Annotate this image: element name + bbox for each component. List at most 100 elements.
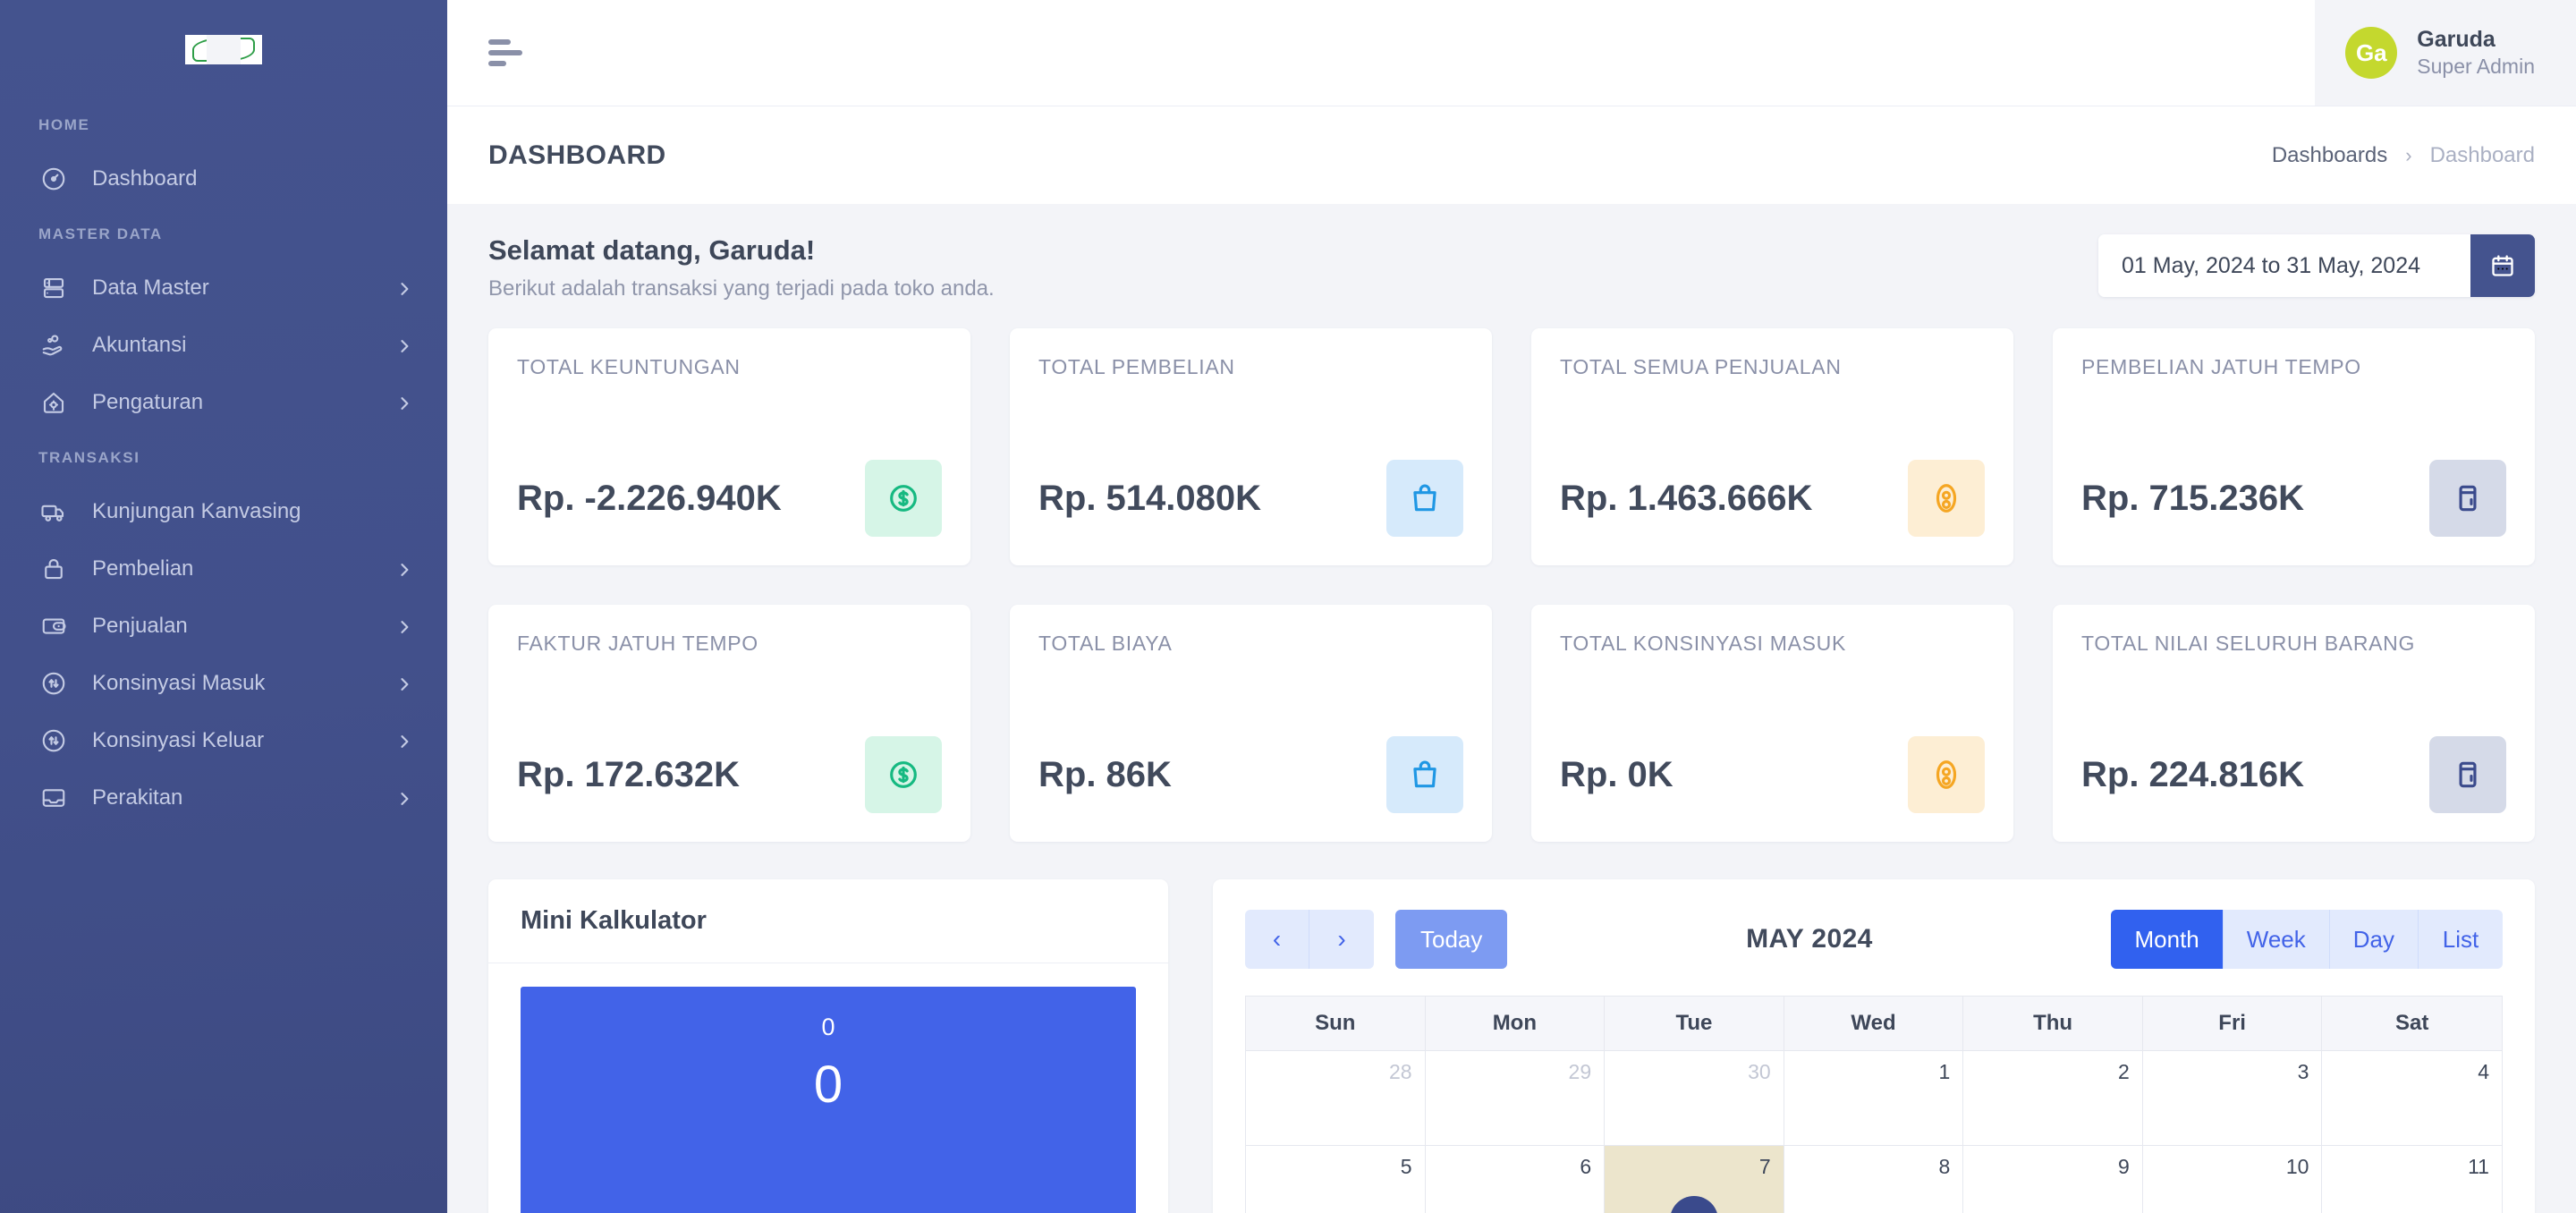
stat-card: FAKTUR JATUH TEMPO Rp. 172.632K	[488, 605, 970, 842]
chevron-right-icon	[395, 336, 413, 354]
page-title: DASHBOARD	[488, 140, 666, 170]
calendar-toolbar: ‹ › Today MAY 2024 Month Week Day List	[1245, 910, 2503, 969]
user-circle-icon	[1908, 460, 1985, 537]
date-range-picker[interactable]	[2098, 234, 2535, 297]
stat-card-title: TOTAL SEMUA PENJUALAN	[1560, 355, 1842, 378]
chevron-right-icon	[395, 732, 413, 750]
shopping-bag-icon	[1413, 484, 1436, 512]
welcome-row: Selamat datang, Garuda! Berikut adalah t…	[488, 234, 2535, 301]
welcome-subtext: Berikut adalah transaksi yang terjadi pa…	[488, 276, 995, 301]
calendar-day-cell[interactable]: 3	[2143, 1051, 2323, 1145]
sidebar-item-akuntansi[interactable]: Akuntansi	[0, 317, 447, 374]
stat-card-value: Rp. 715.236K	[2081, 478, 2305, 518]
calendar-icon[interactable]	[2470, 234, 2535, 297]
gauge-icon	[42, 167, 65, 191]
truck-icon	[41, 505, 64, 522]
sidebar-item-pembelian[interactable]: Pembelian	[0, 540, 447, 598]
calendar-day-cell[interactable]: 8	[1784, 1146, 1964, 1213]
sidebar-item-konsinyasi-masuk[interactable]: Konsinyasi Masuk	[0, 655, 447, 712]
sidebar-item-label: Pengaturan	[92, 390, 204, 414]
hand-coins-icon	[42, 335, 63, 356]
dollar-circle-icon	[890, 485, 917, 512]
stat-card-value: Rp. 514.080K	[1038, 478, 1262, 518]
sidebar-item-label: Konsinyasi Masuk	[92, 671, 266, 695]
lock-bag-icon	[38, 554, 69, 584]
sidebar-item-dashboard[interactable]: Dashboard	[0, 150, 447, 208]
inbox-icon	[38, 783, 69, 813]
sidebar-item-kunjungan-kanvasing[interactable]: Kunjungan Kanvasing	[0, 483, 447, 540]
user-name: Garuda	[2417, 27, 2496, 52]
calendar-day-number: 5	[1400, 1155, 1412, 1178]
breadcrumb-parent[interactable]: Dashboards	[2272, 143, 2387, 168]
shopping-bag-icon	[1386, 460, 1463, 537]
calendar-day-cell[interactable]: 1	[1784, 1051, 1964, 1145]
stat-card-title: FAKTUR JATUH TEMPO	[517, 632, 758, 655]
avatar: Ga	[2345, 27, 2398, 79]
exchange-circle-icon	[42, 729, 65, 752]
sidebar-item-label: Dashboard	[92, 166, 198, 191]
shopping-bag-icon	[1413, 760, 1436, 788]
calendar-day-cell[interactable]: 4	[2322, 1051, 2502, 1145]
sidebar-item-perakitan[interactable]: Perakitan	[0, 769, 447, 827]
stat-card: PEMBELIAN JATUH TEMPO Rp. 715.236K	[2053, 328, 2535, 565]
home-gear-icon	[38, 387, 69, 418]
truck-icon	[38, 496, 69, 527]
calendar-day-cell[interactable]: 30	[1605, 1051, 1784, 1145]
calendar-day-number: 3	[2297, 1060, 2309, 1083]
calendar-view-day[interactable]: Day	[2329, 910, 2419, 969]
calendar-day-cell[interactable]: 28	[1246, 1051, 1426, 1145]
sidebar-item-label: Penjualan	[92, 614, 188, 638]
sidebar-section-label: HOME	[38, 116, 90, 133]
card-icon	[2429, 736, 2506, 813]
stat-card-title: TOTAL NILAI SELURUH BARANG	[2081, 632, 2416, 655]
calendar-nav-group: ‹ › Today	[1245, 910, 1508, 969]
lock-bag-icon	[45, 558, 63, 580]
user-menu[interactable]: Ga Garuda Super Admin	[2315, 0, 2576, 106]
exchange-circle-icon	[38, 725, 69, 756]
calendar-view-week[interactable]: Week	[2223, 910, 2330, 969]
welcome-heading: Selamat datang, Garuda!	[488, 234, 816, 266]
calendar-day-cell[interactable]: 11	[2322, 1146, 2502, 1213]
sidebar-item-data-master[interactable]: Data Master	[0, 259, 447, 317]
chevron-right-icon	[395, 674, 413, 692]
calendar-day-cell[interactable]: 10	[2143, 1146, 2323, 1213]
home-gear-icon	[43, 392, 64, 413]
sidebar-item-pengaturan[interactable]: Pengaturan	[0, 374, 447, 431]
calendar-weekday: Tue	[1605, 997, 1784, 1050]
hamburger-icon[interactable]	[488, 39, 533, 66]
calendar-day-cell[interactable]: 6	[1426, 1146, 1606, 1213]
calendar-day-number: 2	[2118, 1060, 2130, 1083]
calendar-day-cell[interactable]: 29	[1426, 1051, 1606, 1145]
calendar-day-cell[interactable]: 9	[1963, 1146, 2143, 1213]
stat-card-value: Rp. -2.226.940K	[517, 478, 782, 518]
stat-card: TOTAL KONSINYASI MASUK Rp. 0K	[1531, 605, 2013, 842]
stat-card-title: TOTAL PEMBELIAN	[1038, 355, 1235, 378]
calendar-view-list[interactable]: List	[2419, 910, 2503, 969]
calendar-prev-button[interactable]: ‹	[1245, 910, 1309, 969]
stat-card: TOTAL BIAYA Rp. 86K	[1010, 605, 1492, 842]
sidebar-item-label: Konsinyasi Keluar	[92, 728, 265, 752]
card-icon	[2429, 460, 2506, 537]
sidebar-item-penjualan[interactable]: Penjualan	[0, 598, 447, 655]
calendar-day-number: 30	[1748, 1060, 1771, 1083]
sidebar-logo[interactable]: ADR Ash-Shuhushah	[0, 0, 447, 98]
dollar-circle-icon	[865, 736, 942, 813]
calendar-weekday: Sun	[1246, 997, 1426, 1050]
logo-main-text: ADR	[207, 34, 241, 64]
calendar-panel: ‹ › Today MAY 2024 Month Week Day List Sun M…	[1213, 879, 2535, 1213]
user-circle-icon	[1936, 484, 1957, 513]
calendar-next-button[interactable]: ›	[1309, 910, 1374, 969]
calendar-today-button[interactable]: Today	[1395, 910, 1508, 969]
sidebar-item-konsinyasi-keluar[interactable]: Konsinyasi Keluar	[0, 712, 447, 769]
sidebar-nav: HOME Dashboard MASTER DATA Data Master Akunt…	[0, 98, 447, 827]
chevron-right-icon	[395, 394, 413, 411]
calendar-day-cell[interactable]: 7	[1605, 1146, 1784, 1213]
calendar-view-month[interactable]: Month	[2111, 910, 2224, 969]
calculator-display[interactable]: 0 0	[521, 987, 1136, 1213]
sidebar-section-label: MASTER DATA	[38, 225, 163, 242]
calendar-day-cell[interactable]: 2	[1963, 1051, 2143, 1145]
calculator-title: Mini Kalkulator	[488, 879, 1168, 963]
calendar-day-cell[interactable]: 5	[1246, 1146, 1426, 1213]
calculator-result: 0	[813, 1056, 843, 1114]
date-range-input[interactable]	[2098, 234, 2470, 297]
